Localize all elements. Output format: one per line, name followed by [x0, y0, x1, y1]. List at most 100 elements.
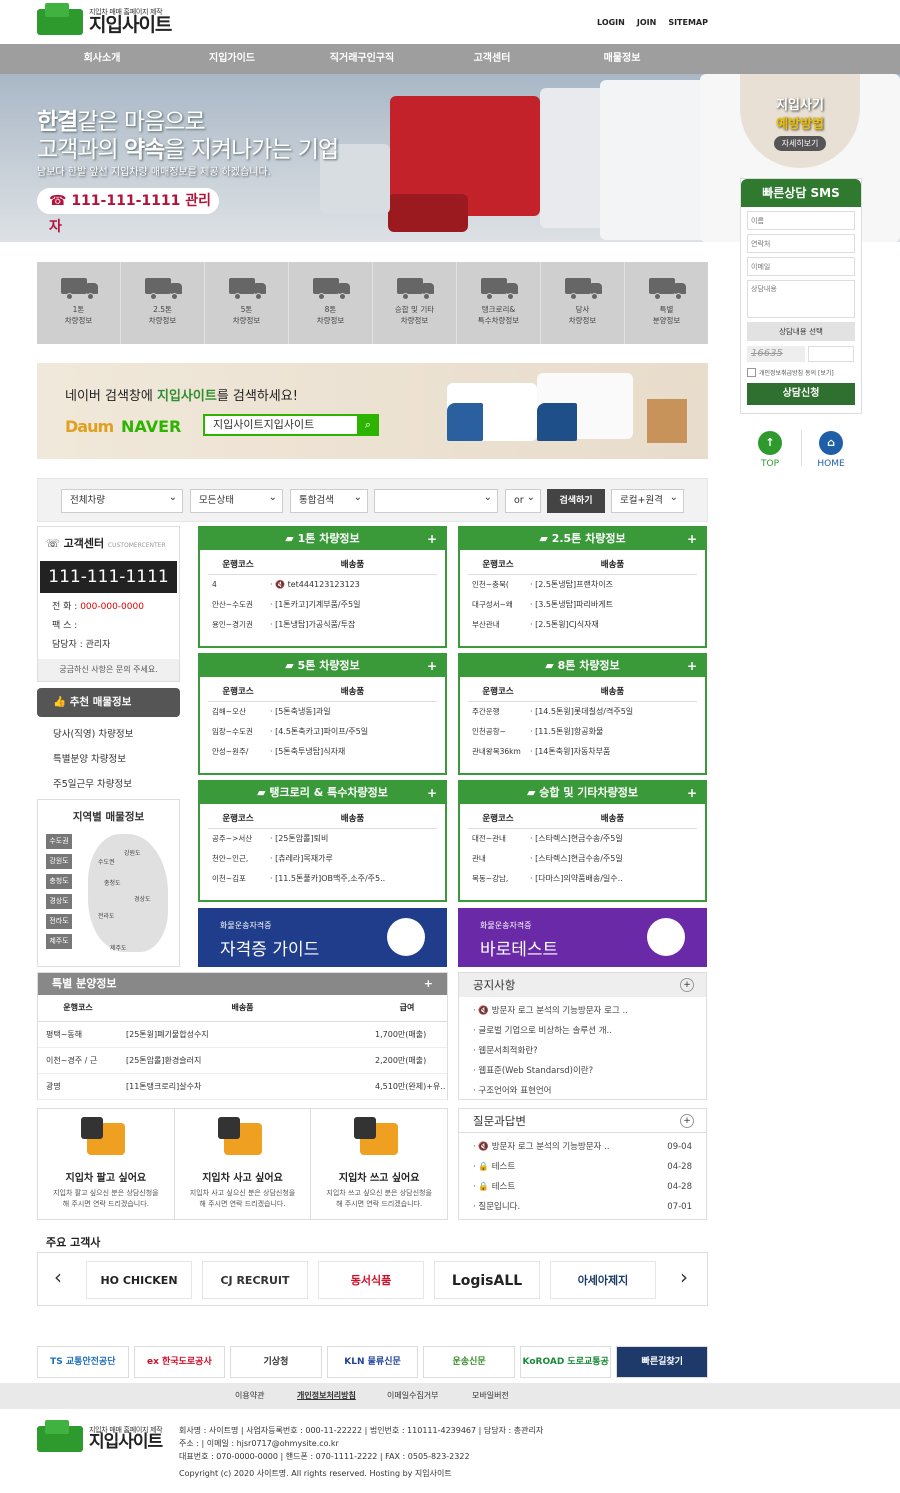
category-own[interactable]: 당사 차량정보: [541, 262, 625, 344]
category-tanker-special[interactable]: 탱크로리& 특수차량정보: [457, 262, 541, 344]
more-button[interactable]: +: [424, 973, 433, 995]
nav-support[interactable]: 고객센터: [427, 44, 557, 74]
keyword-input[interactable]: [374, 487, 498, 513]
partner-link[interactable]: TS 교통안전공단: [37, 1346, 129, 1378]
category-8t[interactable]: 8톤 차량정보: [289, 262, 373, 344]
vehicle-select[interactable]: 전체차량: [61, 487, 183, 513]
list-item[interactable]: · 글로벌 기업으로 비상하는 솔루션 개..: [459, 1021, 706, 1041]
recommend-item[interactable]: 특별분양 차량정보: [53, 751, 126, 765]
list-item[interactable]: · 🔒 테스트 04-28: [459, 1177, 706, 1197]
search-type-select[interactable]: 통합검색: [290, 487, 368, 513]
footer-link-terms[interactable]: 이용약관: [235, 1383, 264, 1409]
email-input[interactable]: [747, 257, 855, 276]
more-button[interactable]: +: [680, 1114, 694, 1128]
join-link[interactable]: JOIN: [637, 18, 656, 27]
consult-submit-button[interactable]: 상담신청: [747, 383, 855, 405]
nav-jobs[interactable]: 직거래구인구직: [297, 44, 427, 74]
scope-select[interactable]: 로컬+원격: [611, 487, 684, 513]
list-item[interactable]: 임장~수도권 · [4.5톤축카고]파이프/주5일: [208, 722, 437, 742]
list-item[interactable]: 용인~경기권 · [1톤냉탑]가공식품/투잡: [208, 615, 437, 635]
more-button[interactable]: +: [427, 782, 437, 804]
list-item[interactable]: · 구조언어와 표현언어: [459, 1081, 706, 1101]
list-item[interactable]: · 웹문서최적화란?: [459, 1041, 706, 1061]
partner-link[interactable]: 기상청: [230, 1346, 322, 1378]
more-button[interactable]: +: [427, 655, 437, 677]
nav-company[interactable]: 회사소개: [37, 44, 167, 74]
region-tag[interactable]: 충청도: [46, 874, 72, 889]
more-button[interactable]: +: [680, 978, 694, 992]
quick-test-banner[interactable]: 화물운송자격증 바로테스트: [458, 908, 707, 967]
sell-card[interactable]: 지입차 팔고 싶어요 지입차 팔고 싶으신 분은 상담신청을 해 주시면 연락 드리…: [38, 1109, 175, 1219]
agree-checkbox[interactable]: [747, 368, 756, 377]
table-row[interactable]: 광명 [11톤탱크로리]살수차 4,510만(완제)+유..: [38, 1073, 447, 1100]
partner-link[interactable]: KLN 물류신문: [326, 1346, 419, 1378]
footer-link-mobile[interactable]: 모바일버전: [472, 1383, 509, 1409]
list-item[interactable]: 김해~오산 · [5톤축냉동]과일: [208, 702, 437, 722]
chevron-left-icon[interactable]: ‹: [54, 1265, 62, 1289]
operator-select[interactable]: or: [505, 487, 541, 513]
region-tag[interactable]: 전라도: [46, 914, 72, 929]
recommend-item[interactable]: 주5일근무 차량정보: [53, 776, 132, 790]
captcha-input[interactable]: [808, 346, 854, 362]
status-select[interactable]: 모든상태: [190, 487, 283, 513]
more-button[interactable]: +: [687, 528, 697, 550]
more-button[interactable]: +: [427, 528, 437, 550]
category-1t[interactable]: 1톤 차량정보: [37, 262, 121, 344]
partner-link[interactable]: KoROAD 도로교통공단: [519, 1346, 612, 1397]
category-special-sale[interactable]: 특별 분양정보: [625, 262, 708, 344]
list-item[interactable]: 4 · 🔇 tet444123123123: [208, 575, 437, 595]
partner-link[interactable]: 운송신문: [423, 1346, 515, 1378]
region-tag[interactable]: 수도권: [46, 834, 72, 849]
details-button[interactable]: 자세히보기: [773, 136, 827, 151]
list-item[interactable]: 천안~인근, · [츄레라]목재가루: [208, 849, 437, 869]
list-item[interactable]: · 질문입니다. 07-01: [459, 1197, 706, 1217]
nav-guide[interactable]: 지입가이드: [167, 44, 297, 74]
list-item[interactable]: 관내 · [스타렉스]현금수송/주5일: [468, 849, 697, 869]
list-item[interactable]: 주간운행 · [14.5톤윙]롯데칠성/격주5일: [468, 702, 697, 722]
list-item[interactable]: · 웹표준(Web Standarsd)이란?: [459, 1061, 706, 1081]
route-finder-button[interactable]: 빠른길찾기: [616, 1346, 709, 1378]
top-button[interactable]: ↑ TOP: [745, 431, 795, 469]
partner-link[interactable]: ex 한국도로공사: [133, 1346, 226, 1378]
list-item[interactable]: 인천~충북(· [2.5톤냉탑]프랜차이즈: [468, 575, 697, 595]
content-textarea[interactable]: [747, 280, 855, 318]
list-item[interactable]: 이천~김포 · [11.5톤풀카]OB맥주,소주/주5..: [208, 869, 437, 889]
list-item[interactable]: 인천공항~ · [11.5톤윙]항공화물: [468, 722, 697, 742]
region-tag[interactable]: 강원도: [46, 854, 72, 869]
login-link[interactable]: LOGIN: [597, 18, 625, 27]
category-van-etc[interactable]: 승합 및 기타 차량정보: [373, 262, 457, 344]
list-item[interactable]: 공주~>서산 · [25톤암롤]퇴비: [208, 829, 437, 849]
consult-type-select[interactable]: 상담내용 선택: [747, 322, 855, 341]
more-button[interactable]: +: [687, 782, 697, 804]
sitemap-link[interactable]: SITEMAP: [668, 18, 708, 27]
list-item[interactable]: 대전~관내 · [스타렉스]현금수송/주5일: [468, 829, 697, 849]
list-item[interactable]: · 🔒 테스트 04-28: [459, 1157, 706, 1177]
region-tag[interactable]: 경상도: [46, 894, 72, 909]
table-row[interactable]: 평택~동해 [25톤윙]폐기물합성수지 1,700만(매출): [38, 1021, 447, 1048]
category-2-5t[interactable]: 2.5톤 차량정보: [121, 262, 205, 344]
chevron-right-icon[interactable]: ›: [680, 1265, 688, 1289]
list-item[interactable]: 관내왕복36km · [14톤축윙]자동차부품: [468, 742, 697, 762]
more-button[interactable]: +: [687, 655, 697, 677]
list-item[interactable]: 안산~수도권 · [1톤카고]기계부품/주5일: [208, 595, 437, 615]
list-item[interactable]: 안성~원주/· [5톤축투냉탑]식자재: [208, 742, 437, 762]
hero-phone[interactable]: ☎ 111-111-1111 관리자: [37, 188, 219, 235]
site-logo[interactable]: 지입차 매매 홈페이지 제작 지입사이트: [37, 3, 172, 35]
nav-listings[interactable]: 매물정보: [557, 44, 687, 74]
table-row[interactable]: 이천~경주 / 근 [25톤암롤]환경슬러지 2,200만(매출): [38, 1047, 447, 1074]
footer-link-privacy[interactable]: 개인정보처리방침: [297, 1383, 356, 1409]
recommend-item[interactable]: 당사(직영) 차량정보: [53, 726, 133, 740]
region-tag[interactable]: 제주도: [46, 934, 72, 949]
home-button[interactable]: ⌂ HOME: [806, 431, 856, 469]
contact-input[interactable]: [747, 234, 855, 253]
search-button[interactable]: 검색하기: [547, 489, 605, 513]
list-item[interactable]: 목동~강남, · [다마스]의약품배송/일수..: [468, 869, 697, 889]
use-card[interactable]: 지입차 쓰고 싶어요 지입차 쓰고 싶으신 분은 상담신청을 해 주시면 연락 드리…: [311, 1109, 447, 1219]
category-5t[interactable]: 5톤 차량정보: [205, 262, 289, 344]
buy-card[interactable]: 지입차 사고 싶어요 지입차 사고 싶으신 분은 상담신청을 해 주시면 연락 드리…: [175, 1109, 312, 1219]
name-input[interactable]: [747, 211, 855, 230]
list-item[interactable]: · 🔇 방문자 로그 분석의 기능방문자 .. 09-04: [459, 1137, 706, 1157]
footer-link-email[interactable]: 이메일수집거부: [387, 1383, 439, 1409]
list-item[interactable]: 부산관내 · [2.5톤윙]CJ식자재: [468, 615, 697, 635]
list-item[interactable]: · 🔇 방문자 로그 분석의 기능방문자 로그 ..: [459, 1001, 706, 1021]
